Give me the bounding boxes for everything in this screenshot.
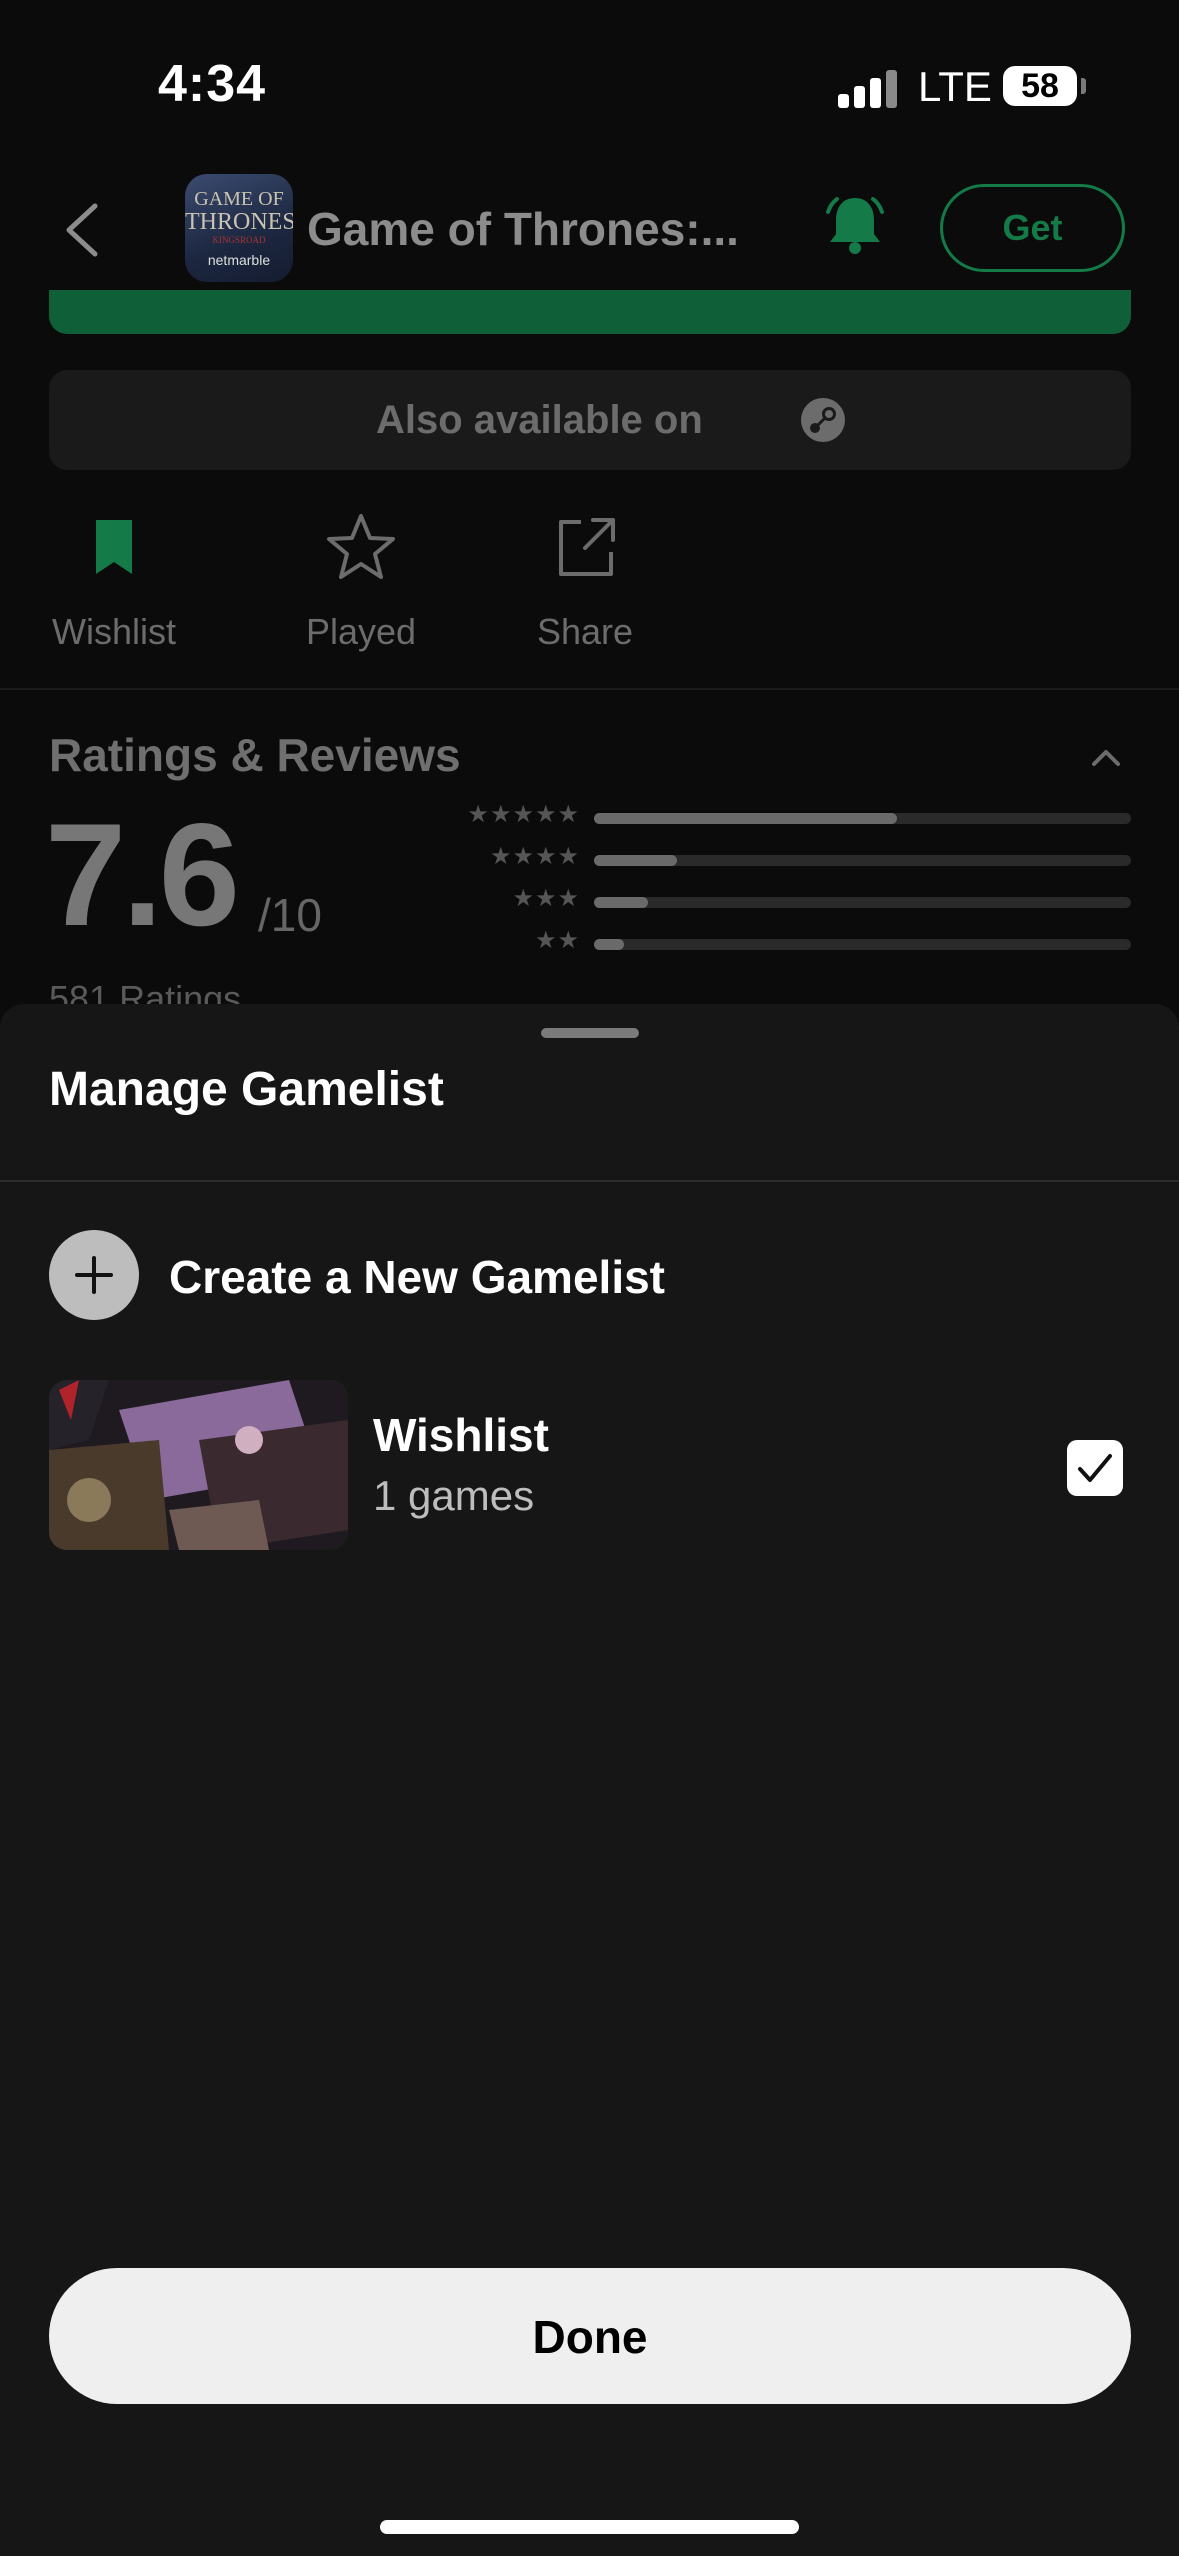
- app-icon-line1: GAME OF: [194, 188, 284, 210]
- page-title: Game of Thrones:...: [307, 203, 739, 255]
- app-icon-line4: netmarble: [207, 252, 271, 268]
- played-action: Played: [296, 508, 426, 653]
- chevron-left-icon: [66, 203, 98, 257]
- steam-icon: [801, 398, 845, 442]
- get-button-large: [49, 290, 1131, 334]
- gamelist-name: Wishlist: [373, 1409, 549, 1461]
- network-type: LTE: [918, 63, 992, 110]
- gamelist-count: 1 games: [373, 1472, 535, 1519]
- rating-bar-row: ★★: [400, 927, 1131, 956]
- create-gamelist-label: Create a New Gamelist: [169, 1251, 666, 1303]
- played-action-label: Played: [305, 611, 417, 652]
- rating-bar-row: ★★★★★: [400, 801, 1131, 830]
- rating-bar-track: [594, 855, 1131, 866]
- gamelist-item-wishlist[interactable]: Wishlist 1 games: [49, 1380, 1131, 1550]
- nav-bar: GAME OF THRONES KINGSROAD netmarble Game…: [0, 170, 1179, 290]
- gamelist-thumbnail: [49, 1380, 348, 1550]
- plus-icon: [49, 1230, 139, 1320]
- rating-bar-fill: [594, 897, 648, 908]
- app-icon-line2: THRONES: [185, 209, 293, 235]
- rating-score: 7.6: [45, 793, 240, 956]
- wishlist-action: Wishlist: [49, 508, 179, 653]
- rating-stars: ★★★★: [489, 843, 580, 870]
- rating-score-max: /10: [258, 889, 322, 941]
- share-action-label: Share: [536, 611, 634, 652]
- sheet-grabber[interactable]: [541, 1028, 639, 1038]
- sheet-divider: [0, 1180, 1179, 1182]
- status-bar: 4:34 LTE 58: [0, 0, 1179, 170]
- sheet-title: Manage Gamelist: [49, 1063, 444, 1116]
- wishlist-action-label: Wishlist: [52, 611, 176, 652]
- rating-stars: ★★★★★: [467, 801, 580, 828]
- rating-bar-row: ★★★★: [400, 843, 1131, 872]
- also-available-label: Also available on: [376, 398, 703, 442]
- rating-bar-track: [594, 813, 1131, 824]
- battery-tip: [1081, 78, 1086, 94]
- screen: 4:34 LTE 58 GAME OF THRONES KINGSROAD ne…: [0, 0, 1179, 2556]
- checkmark-icon: [1078, 1454, 1112, 1482]
- rating-bar-track: [594, 939, 1131, 950]
- back-button[interactable]: [55, 200, 115, 260]
- app-icon-line3: KINGSROAD: [212, 235, 266, 245]
- rating-bar-fill: [594, 813, 897, 824]
- divider: [0, 688, 1179, 690]
- app-icon: GAME OF THRONES KINGSROAD netmarble: [185, 174, 293, 282]
- done-button[interactable]: Done: [49, 2268, 1131, 2404]
- star-icon: [327, 514, 395, 579]
- create-gamelist-button[interactable]: Create a New Gamelist: [49, 1230, 1131, 1322]
- cellular-signal-icon: [838, 68, 898, 108]
- share-icon: [559, 518, 615, 576]
- ratings-title: Ratings & Reviews: [49, 729, 461, 781]
- also-available-bar: Also available on: [49, 370, 1131, 470]
- share-action: Share: [520, 508, 650, 653]
- rating-bar-row: ★★★: [400, 885, 1131, 914]
- rating-stars: ★★: [534, 927, 580, 954]
- manage-gamelist-sheet: Manage Gamelist Create a New Gamelist Wi…: [0, 1004, 1179, 2556]
- gamelist-checkbox[interactable]: [1067, 1440, 1123, 1496]
- rating-bar-track: [594, 897, 1131, 908]
- get-button[interactable]: Get: [940, 184, 1125, 272]
- rating-bar-fill: [594, 939, 624, 950]
- home-indicator: [380, 2520, 799, 2534]
- chevron-up-icon: [1092, 750, 1120, 766]
- bookmark-icon: [96, 520, 132, 574]
- status-time: 4:34: [158, 55, 267, 113]
- game-detail-content: Also available on Wishlist Played Share …: [0, 290, 1179, 1019]
- rating-bar-fill: [594, 855, 677, 866]
- bell-icon[interactable]: [822, 192, 888, 258]
- battery-icon: 58: [1003, 66, 1077, 106]
- rating-stars: ★★★: [512, 885, 580, 912]
